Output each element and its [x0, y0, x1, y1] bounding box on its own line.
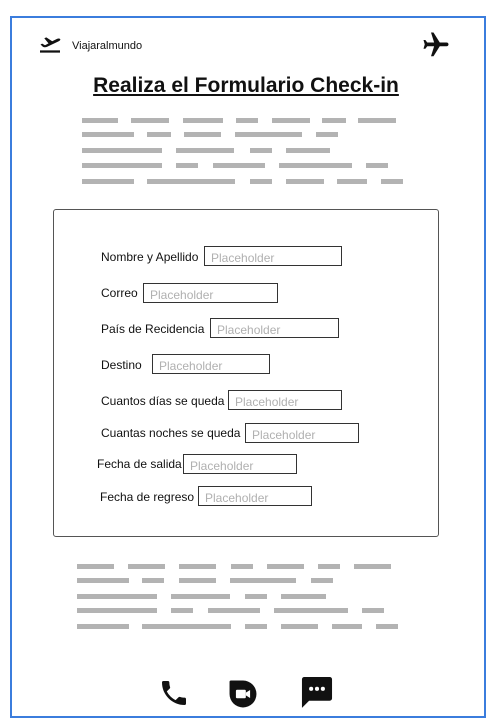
name-input[interactable]: [204, 246, 342, 266]
airplane-departure-icon: [40, 37, 61, 53]
country-label: País de Recidencia: [101, 322, 205, 336]
nights-label: Cuantas noches se queda: [101, 426, 241, 440]
email-input[interactable]: [143, 283, 278, 303]
country-input[interactable]: [210, 318, 339, 338]
airplane-icon: [423, 32, 449, 57]
return-date-label: Fecha de regreso: [100, 490, 195, 504]
phone-icon[interactable]: [158, 677, 190, 709]
chat-icon[interactable]: [298, 673, 336, 711]
days-input[interactable]: [228, 390, 342, 410]
return-date-input[interactable]: [198, 486, 312, 506]
email-label: Correo: [101, 286, 138, 300]
departure-date-label: Fecha de salida: [97, 457, 182, 471]
video-call-icon[interactable]: [226, 677, 260, 711]
departure-date-input[interactable]: [183, 454, 297, 474]
name-label: Nombre y Apellido: [101, 250, 199, 264]
nights-input[interactable]: [245, 423, 359, 443]
destination-input[interactable]: [152, 354, 270, 374]
page-title: Realiza el Formulario Check-in: [93, 74, 399, 97]
destination-label: Destino: [101, 358, 142, 372]
brand-name: Viajaralmundo: [72, 40, 143, 52]
days-label: Cuantos días se queda: [101, 394, 225, 408]
